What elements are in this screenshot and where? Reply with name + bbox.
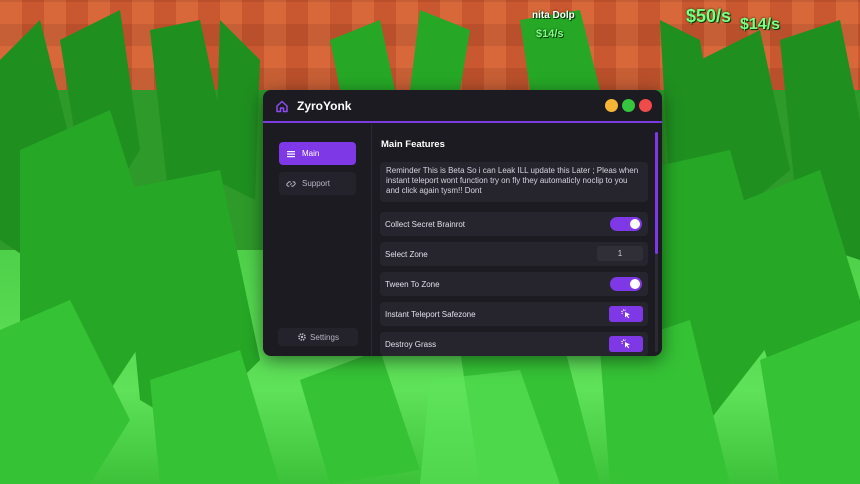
hud-player-name: nita Dolp bbox=[532, 10, 575, 21]
hud-income-rate-large: $50/s bbox=[686, 6, 732, 26]
home-icon bbox=[276, 100, 288, 113]
script-window: ZyroYonk Main Support Settings Main Feat… bbox=[263, 90, 662, 356]
row-label: Destroy Grass bbox=[385, 339, 437, 349]
sidebar-divider bbox=[371, 124, 372, 356]
feature-row-collect-secret-brainrot: Collect Secret Brainrot bbox=[380, 212, 648, 236]
title-bar[interactable]: ZyroYonk bbox=[263, 90, 662, 122]
notice-text: Reminder This is Beta So i can Leak ILL … bbox=[380, 162, 648, 202]
hud-income-rate: $14/s bbox=[536, 28, 564, 40]
close-button[interactable] bbox=[639, 99, 652, 112]
sidebar-item-label: Support bbox=[302, 179, 331, 188]
destroy-grass-button[interactable] bbox=[609, 336, 643, 352]
sidebar-item-label: Main bbox=[302, 149, 320, 158]
maximize-button[interactable] bbox=[622, 99, 635, 112]
hud-income-rate-secondary: $14/s bbox=[740, 16, 781, 33]
title-accent-line bbox=[263, 121, 662, 123]
link-icon bbox=[286, 180, 296, 187]
gear-icon bbox=[298, 333, 306, 341]
row-label: Select Zone bbox=[385, 249, 428, 259]
scrollbar-thumb[interactable] bbox=[655, 132, 658, 254]
feature-row-select-zone: Select Zone 1 bbox=[380, 242, 648, 266]
cursor-click-icon bbox=[621, 309, 630, 319]
sidebar: Main Support Settings bbox=[263, 124, 371, 356]
sidebar-item-support[interactable]: Support bbox=[279, 172, 356, 195]
toggle-knob bbox=[630, 219, 640, 229]
row-label: Instant Teleport Safezone bbox=[385, 309, 476, 319]
settings-button[interactable]: Settings bbox=[278, 328, 358, 346]
row-label: Tween To Zone bbox=[385, 279, 440, 289]
settings-label: Settings bbox=[310, 332, 339, 342]
feature-row-destroy-grass: Destroy Grass bbox=[380, 332, 648, 356]
collect-secret-brainrot-toggle[interactable] bbox=[610, 217, 642, 231]
menu-icon bbox=[287, 150, 295, 157]
feature-row-tween-to-zone: Tween To Zone bbox=[380, 272, 648, 296]
section-title: Main Features bbox=[381, 139, 445, 150]
minimize-button[interactable] bbox=[605, 99, 618, 112]
row-label: Collect Secret Brainrot bbox=[385, 219, 466, 229]
toggle-knob bbox=[630, 279, 640, 289]
select-zone-input[interactable]: 1 bbox=[597, 246, 643, 261]
cursor-click-icon bbox=[621, 339, 630, 349]
instant-teleport-safezone-button[interactable] bbox=[609, 306, 643, 322]
window-title: ZyroYonk bbox=[297, 99, 352, 113]
main-panel: Main Features Reminder This is Beta So i… bbox=[375, 124, 662, 356]
tween-to-zone-toggle[interactable] bbox=[610, 277, 642, 291]
sidebar-item-main[interactable]: Main bbox=[279, 142, 356, 165]
feature-row-instant-teleport-safezone: Instant Teleport Safezone bbox=[380, 302, 648, 326]
